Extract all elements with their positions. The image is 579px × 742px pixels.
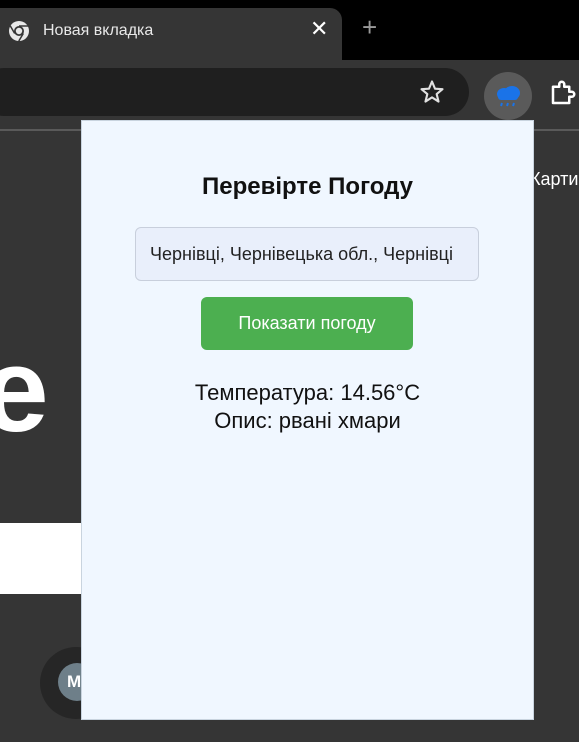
background-logo-fragment: e bbox=[0, 323, 49, 457]
chrome-icon bbox=[8, 20, 30, 42]
weather-popup: Перевірте Погоду Показати погоду Темпера… bbox=[81, 120, 534, 720]
tab-new-tab[interactable]: Новая вкладка ✕ bbox=[0, 8, 342, 60]
show-weather-button[interactable]: Показати погоду bbox=[201, 297, 413, 350]
tab-close-button[interactable]: ✕ bbox=[310, 18, 328, 40]
popup-title: Перевірте Погоду bbox=[202, 173, 413, 200]
background-side-text: Карти bbox=[530, 169, 579, 189]
city-input[interactable] bbox=[135, 227, 479, 281]
address-bar[interactable] bbox=[0, 68, 469, 116]
weather-result: Температура: 14.56°C Опис: рвані хмари bbox=[82, 379, 533, 435]
browser-toolbar bbox=[0, 60, 579, 128]
background-search-box[interactable] bbox=[0, 523, 82, 594]
bookmark-star-icon[interactable] bbox=[418, 78, 446, 106]
extensions-puzzle-icon[interactable] bbox=[548, 78, 578, 108]
weather-extension-button[interactable] bbox=[484, 72, 532, 120]
tab-title: Новая вкладка bbox=[43, 22, 154, 39]
temperature-text: Температура: 14.56°C bbox=[194, 380, 421, 405]
new-tab-button[interactable]: + bbox=[362, 14, 377, 40]
description-text: Опис: рвані хмари bbox=[214, 408, 401, 433]
tab-strip: Новая вкладка ✕ + bbox=[0, 0, 579, 60]
